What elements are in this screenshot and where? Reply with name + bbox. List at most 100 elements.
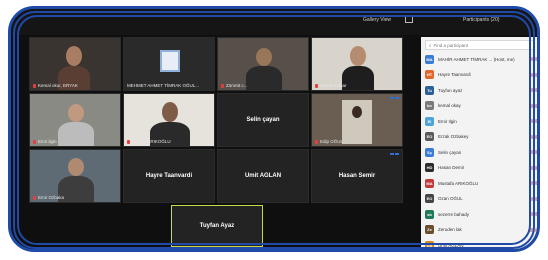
video-grid: Kemal okur, ERYAK MEHMET AHMET TİMRAK OĞ…: [29, 37, 405, 247]
mic-muted-icon[interactable]: [529, 88, 533, 92]
search-icon: ⌕: [429, 42, 432, 48]
video-tile[interactable]: Emir ilgin: [29, 93, 121, 147]
participant-video: [350, 46, 366, 66]
camera-off-icon[interactable]: [535, 165, 537, 170]
participant-name: Umit AGLAN: [438, 242, 464, 248]
participant-row[interactable]: sb sezerre bahady: [425, 208, 537, 220]
tile-name: Hayre Taanvardi: [145, 173, 193, 179]
video-tile[interactable]: Umit AGLAN: [217, 149, 309, 203]
camera-off-icon[interactable]: [535, 212, 537, 216]
mic-muted-icon: [33, 139, 36, 144]
camera-off-icon[interactable]: [535, 57, 537, 61]
participant-row[interactable]: MA MAHİR AHMET TİMRAK ... (Host, me): [425, 53, 537, 65]
mic-muted-icon: [315, 139, 318, 144]
avatar: UA: [425, 240, 434, 249]
video-tile[interactable]: Kemal okur, ERYAK: [29, 37, 121, 91]
mic-muted-icon[interactable]: [529, 243, 533, 247]
participant-row[interactable]: HT Hayre Taanvardi: [425, 69, 537, 81]
mic-muted-icon: [315, 83, 318, 88]
mic-muted-icon[interactable]: [529, 181, 533, 185]
camera-off-icon[interactable]: [535, 103, 537, 108]
participant-name: sezerre bahady: [438, 211, 470, 217]
fullscreen-icon[interactable]: [405, 15, 413, 23]
mic-muted-icon: [127, 139, 130, 144]
mic-muted-icon[interactable]: [529, 134, 533, 139]
avatar: HT: [425, 70, 434, 79]
avatar: HD: [425, 163, 434, 172]
video-tile[interactable]: Edip OĞUL: [311, 93, 403, 147]
meeting-window: Gallery View Participants (20) Kemal oku…: [8, 6, 540, 252]
mic-muted-icon[interactable]: [529, 227, 533, 232]
participant-name: kemal okay: [438, 103, 461, 108]
tile-name: Zümrüt c...: [226, 83, 248, 88]
video-tile[interactable]: Selin çayan: [217, 93, 309, 147]
camera-off-icon[interactable]: [535, 227, 537, 232]
camera-off-icon[interactable]: [535, 119, 537, 123]
mic-muted-icon[interactable]: [529, 57, 533, 61]
camera-off-icon[interactable]: [535, 88, 537, 92]
avatar: Ze: [425, 225, 434, 234]
participant-row[interactable]: Sç Selin çayan: [425, 146, 537, 158]
participant-row[interactable]: EO Ozan OĞUL: [425, 193, 537, 205]
tile-name: Kemal okur, ERYAK: [38, 83, 78, 88]
mic-muted-icon[interactable]: [529, 103, 533, 108]
camera-off-icon[interactable]: [535, 134, 537, 139]
pin-badge[interactable]: [390, 97, 399, 99]
participant-video: [66, 46, 82, 66]
participant-name: Selin çayan: [438, 149, 462, 155]
mic-muted-icon: [33, 83, 36, 88]
participant-name: Ozan OĞUL: [438, 196, 463, 201]
video-tile[interactable]: Emir Ozbaka: [29, 149, 121, 203]
video-tile[interactable]: MEHMET AHMET TİMRAK OĞUL...: [123, 37, 215, 91]
participants-title: Participants (20): [463, 17, 500, 23]
participant-row[interactable]: HD Hasan Demir: [425, 162, 537, 174]
participant-row[interactable]: MA Mustafa ARIKOĞLU: [425, 177, 537, 189]
participants-panel: ⌕ Find a participant MA MAHİR AHMET TİMRA…: [421, 37, 537, 249]
participant-name: Hayre Taanvardi: [438, 72, 471, 77]
camera-off-icon[interactable]: [535, 243, 537, 247]
participant-row[interactable]: Ze Zeruden lak: [425, 224, 537, 236]
participant-video: [256, 48, 272, 66]
gallery-view-button[interactable]: Gallery View: [363, 17, 391, 23]
mic-muted-icon[interactable]: [529, 72, 533, 77]
active-speaker-tile[interactable]: Tuyfan Ayaz: [171, 205, 263, 247]
mic-muted-icon[interactable]: [529, 212, 533, 216]
camera-off-icon[interactable]: [535, 72, 537, 77]
participant-name: MAHİR AHMET TİMRAK ... (Host, me): [438, 56, 515, 62]
video-tile[interactable]: SATAN ARIKOĞLU: [123, 93, 215, 147]
participant-row[interactable]: Tu Tuyfun ayaz: [425, 84, 537, 96]
video-tile[interactable]: Hayre Taanvardi: [123, 149, 215, 203]
participant-row[interactable]: EO Erzak Ozbakey: [425, 131, 537, 143]
video-tile[interactable]: sepere bahar: [311, 37, 403, 91]
participant-name: Zeruden lak: [438, 227, 462, 232]
tile-name: Tuyfan Ayaz: [199, 223, 235, 229]
camera-off-icon[interactable]: [535, 150, 537, 154]
participant-video: [68, 158, 84, 176]
mic-muted-icon[interactable]: [529, 196, 533, 201]
avatar: Tu: [425, 85, 434, 95]
tile-name: Umit AGLAN: [244, 173, 282, 179]
participant-row[interactable]: Ei Emir Ilgin: [425, 115, 537, 127]
avatar: Ei: [425, 116, 434, 126]
participant-search[interactable]: ⌕ Find a participant: [425, 40, 535, 50]
tile-name: SATAN ARIKOĞLU: [132, 139, 171, 144]
search-input[interactable]: Find a participant: [434, 43, 469, 48]
camera-off-icon[interactable]: [535, 196, 537, 201]
tile-name: Edip OĞUL: [320, 139, 344, 144]
camera-off-icon[interactable]: [535, 181, 537, 185]
video-tile[interactable]: Zümrüt c...: [217, 37, 309, 91]
tile-name: sepere bahar: [320, 83, 347, 88]
participant-row[interactable]: UA Umit AGLAN: [425, 239, 537, 249]
avatar: MA: [425, 178, 434, 188]
avatar: EO: [425, 194, 434, 203]
mic-muted-icon[interactable]: [529, 150, 533, 154]
participant-video: [68, 104, 84, 122]
mic-muted-icon[interactable]: [529, 165, 533, 170]
pin-badge[interactable]: [390, 153, 399, 155]
participant-row[interactable]: ko kemal okay: [425, 100, 537, 112]
video-tile[interactable]: Hasan Semir: [311, 149, 403, 203]
avatar: Sç: [425, 147, 434, 157]
mic-muted-icon[interactable]: [529, 119, 533, 123]
tile-name: Emir ilgin: [38, 139, 57, 144]
tile-name: Emir Ozbaka: [38, 195, 65, 200]
